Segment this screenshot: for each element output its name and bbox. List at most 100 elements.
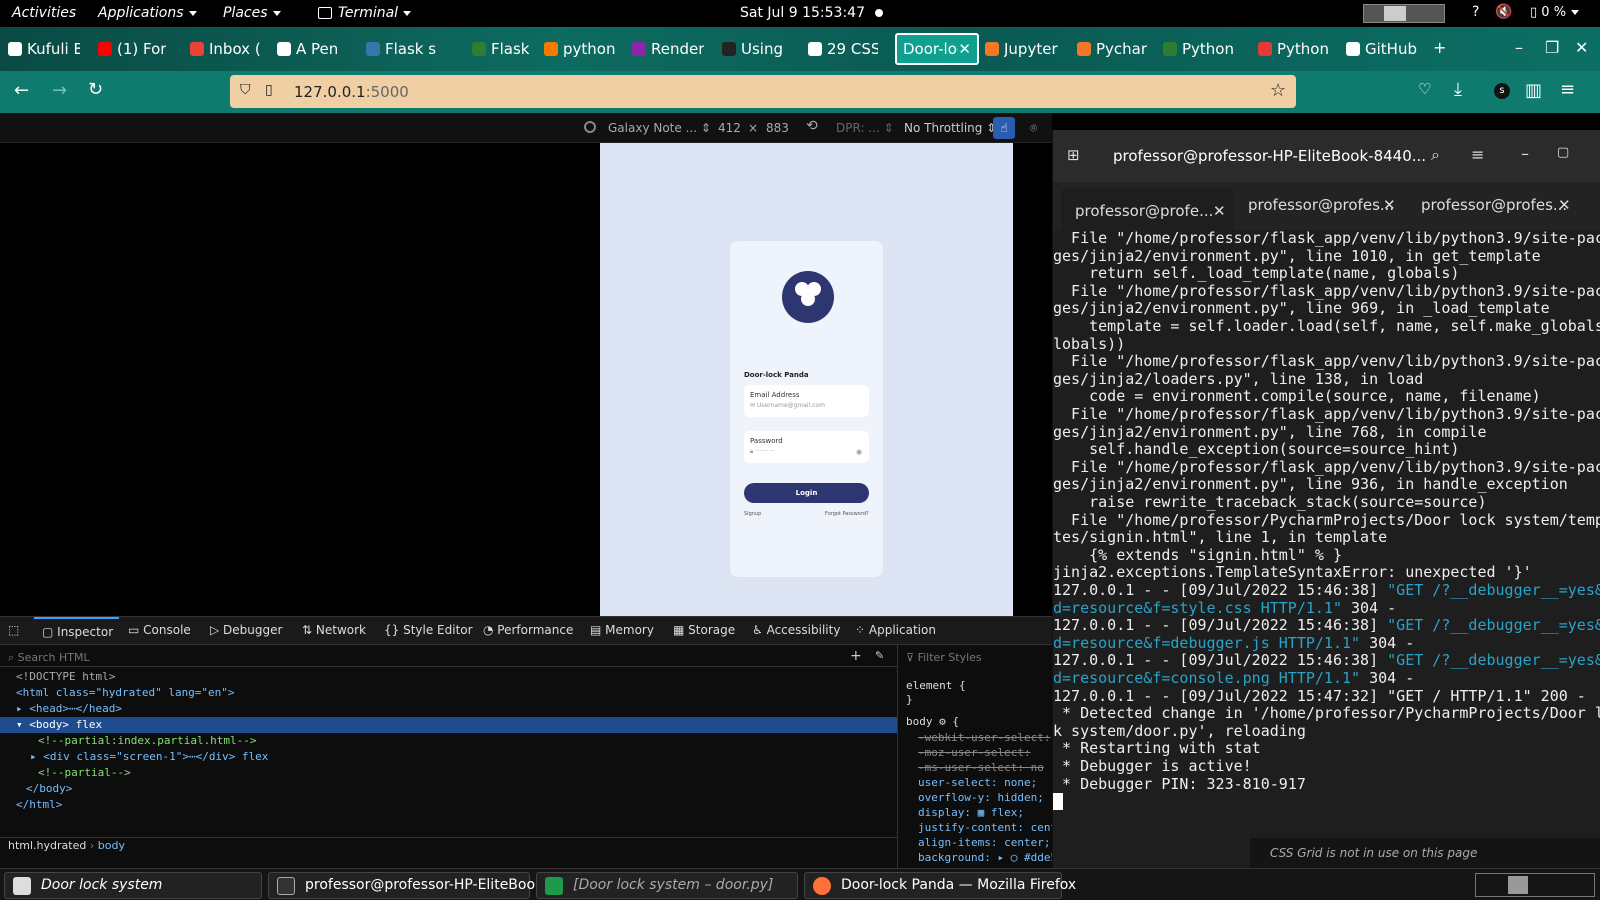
url-bar[interactable]: ⛉ ▯ 127.0.0.1:5000 ☆ — [230, 75, 1296, 108]
body-close-node[interactable]: </body> — [0, 781, 897, 797]
screenshot-icon[interactable]: ⌾ — [1030, 121, 1037, 136]
downloads-icon[interactable]: ⤓ — [1454, 79, 1462, 100]
search-html-input[interactable]: ⌕ Search HTML + ✎ — [0, 645, 897, 667]
comment-node[interactable]: <!--partial--> — [0, 765, 897, 781]
tab-performance[interactable]: ◔ Performance — [483, 623, 573, 637]
rotate-icon[interactable]: ⟲ — [806, 118, 818, 134]
terminal-output[interactable]: File "/home/professor/flask_app/venv/lib… — [1053, 230, 1600, 868]
back-icon[interactable]: ← — [14, 80, 29, 101]
browser-tab[interactable]: GitHub — [1346, 33, 1417, 65]
menu-icon[interactable]: ≡ — [1471, 145, 1484, 164]
browser-tab[interactable]: Render — [632, 33, 704, 65]
reload-icon[interactable]: ↻ — [88, 79, 103, 100]
bookmark-star-icon[interactable]: ☆ — [1270, 80, 1286, 101]
task-firefox[interactable]: Door-lock Panda — Mozilla Firefox — [804, 872, 1076, 899]
tab-console[interactable]: ▭ Console — [128, 623, 191, 637]
url-text[interactable]: 127.0.0.1:5000 — [294, 83, 409, 101]
style-decl[interactable]: justify-content: center; — [918, 821, 1052, 835]
browser-tab[interactable]: Pychar — [1077, 33, 1147, 65]
device-select[interactable]: Galaxy Note ... ⇕ — [608, 121, 711, 135]
breadcrumb-item-body[interactable]: body — [98, 839, 125, 852]
account-avatar[interactable]: s — [1494, 83, 1510, 99]
browser-tab[interactable]: (1) For — [98, 33, 166, 65]
dpr-select[interactable]: DPR: ... ⇕ — [836, 121, 894, 135]
browser-tab[interactable]: 29 CSS — [808, 33, 878, 65]
viewport-height-input[interactable]: 883 — [766, 121, 789, 135]
browser-tab[interactable]: Jupyter — [985, 33, 1058, 65]
forward-icon[interactable]: → — [52, 80, 67, 101]
browser-tab[interactable]: Flask I — [472, 33, 532, 65]
add-node-icon[interactable]: + — [850, 648, 862, 664]
browser-tab[interactable]: python — [544, 33, 615, 65]
pocket-icon[interactable]: ♡ — [1418, 80, 1431, 98]
style-decl[interactable]: -webkit-user-select: — [918, 731, 1050, 745]
places-menu[interactable]: Places — [223, 5, 281, 21]
viewport-width-input[interactable]: 412 — [718, 121, 741, 135]
head-node[interactable]: ▸ <head>⋯</head> — [0, 701, 897, 717]
body-node[interactable]: ▾ <body> flex — [0, 717, 897, 733]
comment-node[interactable]: <!--partial:index.partial.html--> — [0, 733, 897, 749]
div-screen-node[interactable]: ▸ <div class="screen-1">⋯</div> flex — [0, 749, 897, 765]
minimize-icon[interactable]: – — [1521, 144, 1529, 163]
battery-indicator[interactable]: ▯ 0 % — [1530, 5, 1580, 20]
breadcrumb-item-html[interactable]: html.hydrated — [8, 839, 86, 852]
html-node[interactable]: <html class="hydrated" lang="en"> — [0, 685, 897, 701]
browser-tab[interactable]: Python — [1163, 33, 1234, 65]
touch-simulation-icon[interactable]: ☝ — [993, 117, 1015, 139]
close-tab-icon[interactable]: ✕ — [1558, 196, 1571, 214]
browser-tab[interactable]: A Pen — [277, 33, 338, 65]
filter-styles-input[interactable]: ⊽ Filter Styles — [906, 651, 982, 665]
activities-button[interactable]: Activities — [12, 5, 76, 21]
terminal-tab[interactable]: professor@profes... — [1248, 196, 1394, 214]
app-menu-icon[interactable]: ≡ — [1560, 79, 1575, 100]
new-terminal-tab-icon[interactable]: ⊞ — [1067, 146, 1080, 164]
element-picker-icon[interactable]: ⬚ — [8, 623, 19, 637]
browser-tab[interactable]: Using — [722, 33, 783, 65]
style-decl[interactable]: overflow-y: hidden; — [918, 791, 1044, 805]
password-field[interactable]: Password 🔒︎ ·········· ◉ — [744, 431, 869, 463]
tab-memory[interactable]: ▤ Memory — [590, 623, 654, 637]
signup-link[interactable]: Signup — [744, 511, 761, 517]
terminal-app-menu[interactable]: Terminal — [318, 5, 412, 21]
tab-inspector[interactable]: ▢ Inspector — [34, 617, 119, 645]
task-terminal[interactable]: professor@professor-HP-EliteBook-... — [268, 872, 562, 899]
applications-menu[interactable]: Applications — [98, 5, 197, 21]
browser-tab[interactable]: Flask s — [366, 33, 436, 65]
style-decl[interactable]: display: ▦ flex; — [918, 806, 1024, 820]
email-field[interactable]: Email Address ✉ Username@gmail.com — [744, 385, 869, 417]
tab-style-editor[interactable]: {} Style Editor — [384, 623, 473, 637]
workspace-switcher[interactable] — [1475, 873, 1595, 897]
help-icon[interactable]: ? — [1472, 4, 1479, 20]
volume-icon[interactable]: 🔇 — [1495, 4, 1512, 20]
html-close-node[interactable]: </html> — [0, 797, 897, 813]
throttling-select[interactable]: No Throttling ⇕ — [904, 121, 996, 135]
eyedropper-icon[interactable]: ✎ — [875, 648, 884, 664]
style-decl[interactable]: -moz-user-select: — [918, 746, 1031, 760]
tab-application[interactable]: ⁘ Application — [855, 623, 936, 637]
task-pycharm[interactable]: [Door lock system – door.py] — [536, 872, 798, 899]
sidebar-icon[interactable]: ▥ — [1525, 80, 1542, 101]
browser-tab[interactable]: Kufuli Boff — [8, 33, 80, 65]
new-tab-button[interactable]: + — [1433, 38, 1446, 57]
browser-tab[interactable]: Python — [1258, 33, 1329, 65]
style-decl[interactable]: user-select: none; — [918, 776, 1037, 790]
tab-debugger[interactable]: ▷ Debugger — [210, 623, 282, 637]
maximize-button[interactable]: ❐ — [1545, 38, 1559, 57]
terminal-tab[interactable]: professor@profes... — [1421, 196, 1567, 214]
tab-accessibility[interactable]: ♿︎ Accessibility — [752, 623, 840, 637]
doctype-node[interactable]: <!DOCTYPE html> — [0, 669, 897, 685]
login-button[interactable]: Login — [744, 483, 869, 503]
close-window-button[interactable]: ✕ — [1575, 38, 1588, 57]
tab-storage[interactable]: ▦ Storage — [673, 623, 735, 637]
browser-tab[interactable]: Door-lock ✕ — [895, 33, 979, 65]
close-tab-icon[interactable]: ✕ — [958, 40, 971, 58]
task-door-lock-system[interactable]: Door lock system — [4, 872, 262, 899]
style-decl[interactable]: background: ▸ ◯ #dde5f4; — [918, 851, 1052, 865]
maximize-icon[interactable]: ▢ — [1557, 145, 1569, 160]
clock[interactable]: Sat Jul 9 15:53:47 — [740, 5, 865, 21]
tab-network[interactable]: ⇅ Network — [302, 623, 366, 637]
eye-icon[interactable]: ◉ — [856, 448, 862, 456]
style-decl[interactable]: -ms-user-select: no — [918, 761, 1044, 775]
search-icon[interactable]: ⌕ — [1431, 145, 1440, 165]
close-tab-icon[interactable]: ✕ — [1213, 202, 1226, 220]
